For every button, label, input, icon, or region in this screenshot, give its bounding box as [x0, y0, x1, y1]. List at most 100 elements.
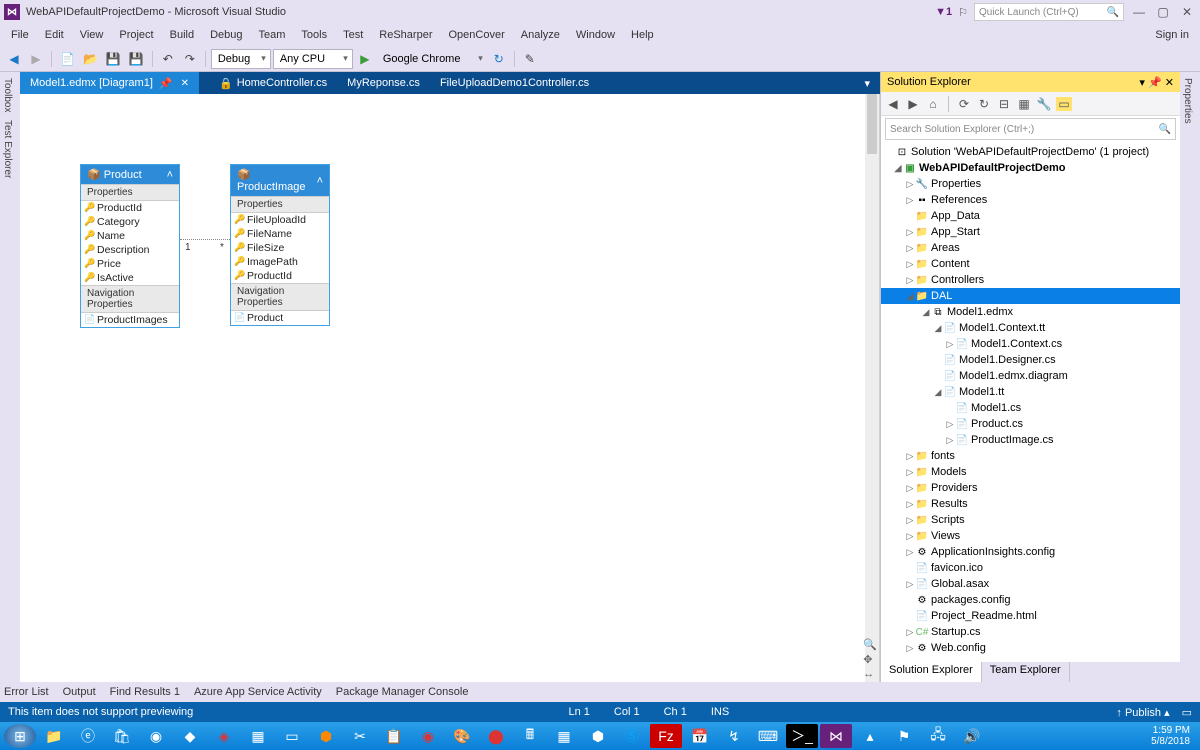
feedback-icon[interactable]: ⚐: [958, 6, 968, 19]
node-readme[interactable]: 📄Project_Readme.html: [881, 608, 1180, 624]
doc-tab-myresponse[interactable]: MyReponse.cs: [337, 72, 430, 94]
taskbar-app1-icon[interactable]: ◆: [174, 724, 206, 748]
fwd-icon[interactable]: ▶: [905, 97, 921, 111]
taskbar-store-icon[interactable]: 🛍: [106, 724, 138, 748]
taskbar-app7-icon[interactable]: ◉: [412, 724, 444, 748]
run-target-combo[interactable]: Google Chrome: [377, 49, 487, 69]
save-all-button[interactable]: 💾: [126, 49, 147, 69]
taskbar-app11-icon[interactable]: ⬢: [582, 724, 614, 748]
node-views[interactable]: ▷📁Views: [881, 528, 1180, 544]
start-button[interactable]: ⊞: [4, 724, 36, 748]
taskbar-network-icon[interactable]: 🖧: [922, 724, 954, 748]
taskbar-skype-icon[interactable]: Ⓢ: [616, 724, 648, 748]
publish-button[interactable]: ↑ Publish ▴: [1116, 706, 1169, 719]
node-appdata[interactable]: 📁App_Data: [881, 208, 1180, 224]
sync-icon[interactable]: ⟳: [956, 97, 972, 111]
close-icon[interactable]: ✕: [1165, 77, 1174, 89]
taskbar-calendar-icon[interactable]: 📅: [684, 724, 716, 748]
pan-icon[interactable]: ✥: [863, 653, 877, 666]
taskbar-calc-icon[interactable]: 🖩: [514, 724, 546, 748]
taskbar-sound-icon[interactable]: 🔊: [956, 724, 988, 748]
maximize-button[interactable]: ▢: [1154, 5, 1172, 19]
minimize-button[interactable]: —: [1130, 5, 1148, 19]
taskbar-app6-icon[interactable]: 📋: [378, 724, 410, 748]
menu-file[interactable]: File: [4, 27, 36, 43]
solution-node[interactable]: ⊡Solution 'WebAPIDefaultProjectDemo' (1 …: [881, 144, 1180, 160]
properties-icon[interactable]: 🔧: [1036, 97, 1052, 111]
node-content[interactable]: ▷📁Content: [881, 256, 1180, 272]
node-properties[interactable]: ▷🔧Properties: [881, 176, 1180, 192]
menu-analyze[interactable]: Analyze: [514, 27, 567, 43]
prop-productid[interactable]: ProductId: [81, 201, 179, 215]
nav-fwd-button[interactable]: ▶: [26, 49, 46, 69]
prop-description[interactable]: Description: [81, 243, 179, 257]
close-icon[interactable]: ✕: [181, 78, 189, 89]
collapse-icon[interactable]: ⊟: [996, 97, 1012, 111]
redo-button[interactable]: ↷: [180, 49, 200, 69]
taskbar-app12-icon[interactable]: ↯: [718, 724, 750, 748]
menu-test[interactable]: Test: [336, 27, 370, 43]
menu-build[interactable]: Build: [163, 27, 201, 43]
status-notify-icon[interactable]: ▭: [1182, 706, 1192, 719]
zoom-out-icon[interactable]: ↔: [863, 668, 877, 680]
menu-team[interactable]: Team: [252, 27, 293, 43]
prop-category[interactable]: Category: [81, 215, 179, 229]
menu-project[interactable]: Project: [112, 27, 160, 43]
node-packages[interactable]: ⚙packages.config: [881, 592, 1180, 608]
close-button[interactable]: ✕: [1178, 5, 1196, 19]
taskbar-vs-icon[interactable]: ⋈: [820, 724, 852, 748]
node-model1edmx[interactable]: ◢⧉Model1.edmx: [881, 304, 1180, 320]
taskbar-cmd-icon[interactable]: ＞_: [786, 724, 818, 748]
tab-team-explorer[interactable]: Team Explorer: [982, 662, 1070, 682]
node-model1contexttt[interactable]: ◢📄Model1.Context.tt: [881, 320, 1180, 336]
edmx-designer-canvas[interactable]: 📦 Product˄ Properties ProductId Category…: [20, 94, 880, 682]
node-areas[interactable]: ▷📁Areas: [881, 240, 1180, 256]
taskbar-app5-icon[interactable]: ⬢: [310, 724, 342, 748]
taskbar-flag-icon[interactable]: ⚑: [888, 724, 920, 748]
browser-refresh-button[interactable]: ↻: [489, 49, 509, 69]
undo-button[interactable]: ↶: [158, 49, 178, 69]
node-productimagecs[interactable]: ▷📄ProductImage.cs: [881, 432, 1180, 448]
taskbar-app13-icon[interactable]: ⌨: [752, 724, 784, 748]
refresh-icon[interactable]: ↻: [976, 97, 992, 111]
taskbar-tray-up-icon[interactable]: ▴: [854, 724, 886, 748]
node-webconfig[interactable]: ▷⚙Web.config: [881, 640, 1180, 656]
taskbar-app3-icon[interactable]: ▦: [242, 724, 274, 748]
menu-tools[interactable]: Tools: [294, 27, 334, 43]
quick-launch-input[interactable]: Quick Launch (Ctrl+Q)🔍: [974, 3, 1124, 21]
doc-tab-homecontroller[interactable]: 🔒HomeController.cs: [199, 72, 337, 94]
test-explorer-tab[interactable]: Test Explorer: [2, 120, 18, 178]
node-model1designer[interactable]: 📄Model1.Designer.cs: [881, 352, 1180, 368]
zoom-in-icon[interactable]: 🔍: [863, 638, 877, 651]
node-results[interactable]: ▷📁Results: [881, 496, 1180, 512]
node-model1contextcs[interactable]: ▷📄Model1.Context.cs: [881, 336, 1180, 352]
pin-icon[interactable]: 📌: [159, 77, 173, 90]
vertical-scrollbar[interactable]: [865, 94, 879, 682]
designer-zoom-controls[interactable]: 🔍 ✥ ↔: [863, 638, 877, 680]
properties-tab[interactable]: Properties: [1182, 78, 1193, 124]
node-fonts[interactable]: ▷📁fonts: [881, 448, 1180, 464]
association-line[interactable]: [180, 239, 230, 240]
solution-tree[interactable]: ⊡Solution 'WebAPIDefaultProjectDemo' (1 …: [881, 142, 1180, 662]
pin-icon[interactable]: 📌: [1148, 77, 1162, 89]
taskbar-clock[interactable]: 1:59 PM5/8/2018: [1145, 725, 1196, 747]
nav-productimages[interactable]: ProductImages: [81, 313, 179, 327]
prop-price[interactable]: Price: [81, 257, 179, 271]
preview-icon[interactable]: ▭: [1056, 97, 1072, 111]
node-references[interactable]: ▷▪▪References: [881, 192, 1180, 208]
node-model1tt[interactable]: ◢📄Model1.tt: [881, 384, 1180, 400]
tab-azure-activity[interactable]: Azure App Service Activity: [194, 686, 322, 698]
home-icon[interactable]: ⌂: [925, 97, 941, 111]
back-icon[interactable]: ◀: [885, 97, 901, 111]
prop-fileuploadid[interactable]: FileUploadId: [231, 213, 329, 227]
node-productcs[interactable]: ▷📄Product.cs: [881, 416, 1180, 432]
node-model1diagram[interactable]: 📄Model1.edmx.diagram: [881, 368, 1180, 384]
solution-platform-combo[interactable]: Any CPU: [273, 49, 353, 69]
node-dal[interactable]: ◢📁DAL: [881, 288, 1180, 304]
collapse-icon[interactable]: ˄: [167, 169, 173, 181]
prop-isactive[interactable]: IsActive: [81, 271, 179, 285]
open-button[interactable]: 📂: [80, 49, 101, 69]
taskbar-app4-icon[interactable]: ▭: [276, 724, 308, 748]
collapse-icon[interactable]: ˄: [317, 175, 323, 187]
node-providers[interactable]: ▷📁Providers: [881, 480, 1180, 496]
